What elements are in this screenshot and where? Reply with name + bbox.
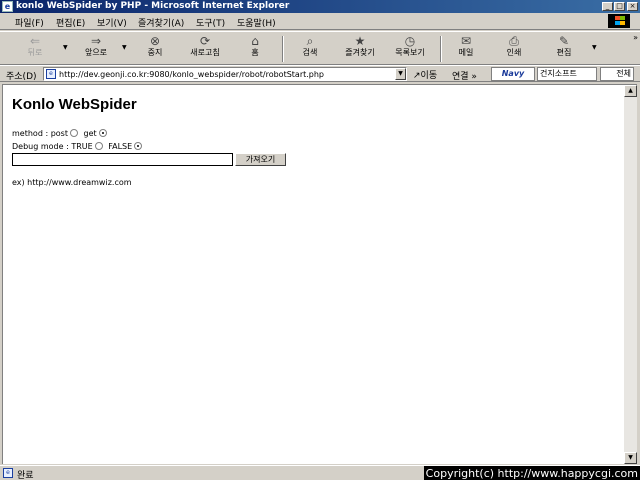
page-title: Konlo WebSpider [12, 96, 137, 113]
toolbar-separator [282, 36, 284, 62]
window-title: konlo WebSpider by PHP - Microsoft Inter… [16, 1, 290, 11]
copyright-text: Copyright(c) http://www.happycgi.com [423, 466, 640, 480]
method-post-radio[interactable] [69, 129, 78, 137]
status-page-icon: e [3, 468, 13, 478]
go-arrow-icon: ↗ [413, 71, 421, 81]
forward-dropdown-icon[interactable]: ▼ [122, 44, 127, 51]
method-get-radio[interactable] [98, 129, 107, 137]
back-dropdown-icon[interactable]: ▼ [63, 44, 68, 51]
back-button[interactable]: ⇐ 뒤로 [20, 34, 50, 64]
scroll-up-icon[interactable]: ▲ [624, 85, 637, 97]
target-url-input[interactable] [12, 153, 233, 166]
search-button[interactable]: ⌕ 검색 [296, 34, 324, 64]
menu-edit[interactable]: 편집(E) [56, 16, 85, 29]
navy-scope-select[interactable]: 전체 [600, 67, 634, 81]
debug-false-label: FALSE [108, 142, 133, 151]
edit-dropdown-icon[interactable]: ▼ [592, 44, 597, 51]
page-content: Konlo WebSpider method : post get Debug … [2, 84, 624, 464]
browser-window: e konlo WebSpider by PHP - Microsoft Int… [0, 0, 640, 480]
refresh-icon: ⟳ [199, 34, 211, 48]
title-bar: e konlo WebSpider by PHP - Microsoft Int… [0, 0, 640, 13]
debug-true-radio[interactable] [94, 142, 103, 150]
navy-search-input[interactable]: 건지소프트 [537, 67, 597, 81]
stop-icon: ⊗ [149, 34, 161, 48]
home-button[interactable]: ⌂ 홈 [242, 34, 268, 64]
navy-logo[interactable]: Navy [491, 67, 535, 81]
address-label: 주소(D) [6, 72, 37, 82]
menu-bar: 파일(F) 편집(E) 보기(V) 즐겨찾기(A) 도구(T) 도움말(H) [0, 13, 640, 30]
menu-view[interactable]: 보기(V) [97, 16, 127, 29]
ie-app-icon[interactable]: e [2, 1, 13, 12]
mail-icon: ✉ [460, 34, 472, 48]
menu-tools[interactable]: 도구(T) [196, 16, 225, 29]
home-icon: ⌂ [251, 34, 259, 48]
search-icon: ⌕ [306, 34, 314, 48]
address-dropdown-icon[interactable]: ▼ [395, 68, 406, 80]
vertical-scrollbar[interactable]: ▲ ▼ [624, 84, 637, 464]
method-label: method : [12, 129, 49, 138]
links-button[interactable]: 연결 » [452, 69, 477, 82]
standard-toolbar: ⇐ 뒤로 ▼ ⇒ 앞으로 ▼ ⊗ 중지 ⟳ 새로고침 ⌂ 홈 ⌕ 검색 ★ 즐겨… [0, 31, 640, 65]
address-input[interactable] [59, 68, 389, 80]
forward-arrow-icon: ⇒ [90, 34, 102, 48]
menu-file[interactable]: 파일(F) [15, 16, 44, 29]
windows-logo-icon [608, 14, 630, 28]
edit-button[interactable]: ✎ 편집 [550, 34, 578, 64]
fetch-button[interactable]: 가져오기 [235, 153, 286, 166]
print-icon: ⎙ [509, 34, 519, 48]
edit-icon: ✎ [558, 34, 570, 48]
favorites-button[interactable]: ★ 즐겨찾기 [340, 34, 380, 64]
minimize-button[interactable]: _ [602, 2, 613, 11]
method-post-label: post [50, 129, 68, 138]
stop-button[interactable]: ⊗ 중지 [140, 34, 170, 64]
page-icon: e [46, 69, 56, 79]
go-button[interactable]: ↗이동 [413, 68, 437, 81]
debug-false-radio[interactable] [134, 142, 143, 150]
debug-true-label: TRUE [71, 142, 93, 151]
close-button[interactable]: × [627, 2, 638, 11]
toolbar-more-chevron-icon[interactable]: » [633, 33, 638, 42]
refresh-button[interactable]: ⟳ 새로고침 [186, 34, 224, 64]
address-field[interactable]: e ▼ [43, 67, 407, 81]
debug-label: Debug mode : [12, 142, 69, 151]
menu-help[interactable]: 도움말(H) [237, 16, 276, 29]
example-text: ex) http://www.dreamwiz.com [12, 178, 132, 187]
status-bar: e 완료 Copyright(c) http://www.happycgi.co… [0, 465, 640, 480]
menu-favorites[interactable]: 즐겨찾기(A) [138, 16, 184, 29]
history-icon: ◷ [404, 34, 416, 48]
scroll-down-icon[interactable]: ▼ [624, 452, 637, 464]
favorites-icon: ★ [354, 34, 366, 48]
print-button[interactable]: ⎙ 인쇄 [500, 34, 528, 64]
forward-button[interactable]: ⇒ 앞으로 [78, 34, 114, 64]
method-get-label: get [83, 129, 97, 138]
history-button[interactable]: ◷ 목록보기 [390, 34, 430, 64]
address-bar: 주소(D) e ▼ ↗이동 연결 » Navy 건지소프트 전체 [0, 65, 640, 82]
back-arrow-icon: ⇐ [29, 34, 41, 48]
debug-row: Debug mode : TRUE FALSE [12, 142, 145, 151]
status-text: 완료 [17, 471, 34, 480]
maximize-button[interactable]: □ [614, 2, 625, 11]
mail-button[interactable]: ✉ 메일 [452, 34, 480, 64]
toolbar-separator [440, 36, 442, 62]
method-row: method : post get [12, 129, 110, 138]
